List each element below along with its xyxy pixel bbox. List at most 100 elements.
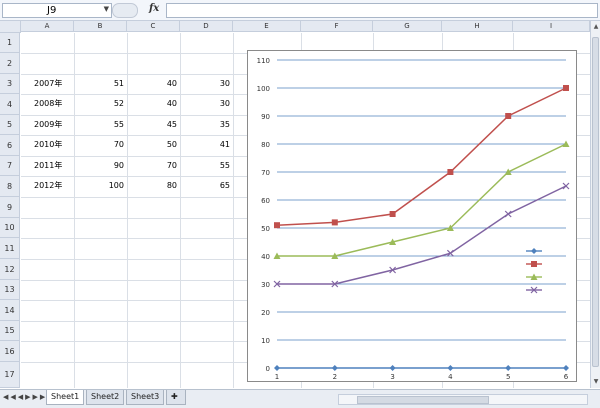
cell-value[interactable]: 40 bbox=[127, 79, 177, 89]
tab-sheet3[interactable]: Sheet3 bbox=[126, 390, 165, 405]
cell-year[interactable]: 2011年 bbox=[34, 161, 62, 171]
column-header-g[interactable]: G bbox=[373, 21, 442, 32]
cell-value[interactable]: 45 bbox=[127, 120, 177, 130]
data-point bbox=[505, 113, 512, 119]
column-header-h[interactable]: H bbox=[442, 21, 513, 32]
scroll-down-icon[interactable]: ▼ bbox=[591, 378, 600, 386]
row-header[interactable]: 13 bbox=[0, 280, 20, 300]
cell-value[interactable]: 40 bbox=[127, 99, 177, 109]
row-header[interactable]: 17 bbox=[0, 362, 20, 388]
cell-value[interactable]: 100 bbox=[74, 181, 124, 191]
line-chart[interactable]: 0 10 20 30 40 50 60 70 80 90 100 110 1 2 3 4 5 6 bbox=[247, 50, 577, 382]
row-header[interactable]: 16 bbox=[0, 341, 20, 362]
y-tick-label: 40 bbox=[261, 253, 270, 261]
row-header[interactable]: 6 bbox=[0, 135, 20, 156]
data-point bbox=[331, 365, 338, 371]
y-tick-label: 0 bbox=[266, 365, 270, 373]
y-tick-label: 20 bbox=[261, 309, 270, 317]
legend-marker bbox=[531, 248, 537, 254]
x-tick-label: 6 bbox=[564, 373, 569, 381]
y-tick-label: 30 bbox=[261, 281, 270, 289]
x-tick-label: 4 bbox=[448, 373, 453, 381]
y-tick-label: 70 bbox=[261, 169, 270, 177]
scroll-up-icon[interactable]: ▲ bbox=[591, 23, 600, 31]
row-header[interactable]: 15 bbox=[0, 321, 20, 341]
tab-sheet2[interactable]: Sheet2 bbox=[86, 390, 125, 405]
horizontal-scroll-thumb[interactable] bbox=[357, 396, 489, 404]
column-header-d[interactable]: D bbox=[180, 21, 233, 32]
select-all-corner[interactable] bbox=[0, 21, 21, 33]
column-header-i[interactable]: I bbox=[513, 21, 590, 32]
data-point bbox=[504, 210, 512, 218]
cell-year[interactable]: 2008年 bbox=[34, 99, 62, 109]
data-point bbox=[331, 219, 338, 226]
series-line bbox=[276, 87, 567, 226]
cell-value[interactable]: 65 bbox=[180, 181, 230, 191]
cell-year[interactable]: 2007年 bbox=[34, 79, 62, 89]
cell-value[interactable]: 70 bbox=[74, 140, 124, 150]
name-box-value: J9 bbox=[47, 5, 57, 16]
sheet-nav-arrows-icon[interactable]: ◀◀◀▶▶▶ bbox=[3, 393, 47, 401]
x-tick-label: 3 bbox=[390, 373, 394, 381]
sheet-tabs-bar: ◀◀◀▶▶▶ Sheet1 Sheet2 Sheet3 ✚ bbox=[0, 389, 600, 408]
cell-value[interactable]: 41 bbox=[180, 140, 230, 150]
y-tick-label: 60 bbox=[261, 197, 270, 205]
row-header[interactable]: 10 bbox=[0, 218, 20, 238]
insert-sheet-icon[interactable]: ✚ bbox=[166, 390, 186, 405]
vertical-scrollbar[interactable]: ▲ ▼ bbox=[590, 21, 600, 388]
cell-value[interactable]: 51 bbox=[74, 79, 124, 89]
data-point bbox=[389, 365, 396, 371]
row-header[interactable]: 4 bbox=[0, 94, 20, 115]
data-point bbox=[447, 169, 454, 175]
data-point bbox=[447, 365, 454, 371]
column-header-f[interactable]: F bbox=[301, 21, 373, 32]
column-header-c[interactable]: C bbox=[127, 21, 180, 32]
row-header[interactable]: 7 bbox=[0, 156, 20, 176]
cell-year[interactable]: 2010年 bbox=[34, 140, 62, 150]
cell-value[interactable]: 55 bbox=[74, 120, 124, 130]
y-tick-label: 10 bbox=[261, 337, 270, 345]
row-header[interactable]: 1 bbox=[0, 33, 20, 53]
cell-value[interactable]: 52 bbox=[74, 99, 124, 109]
formula-input[interactable] bbox=[166, 3, 598, 18]
tab-sheet1[interactable]: Sheet1 bbox=[46, 390, 85, 405]
row-header[interactable]: 9 bbox=[0, 197, 20, 218]
cell-value[interactable]: 30 bbox=[180, 99, 230, 109]
cell-value[interactable]: 50 bbox=[127, 140, 177, 150]
column-header-a[interactable]: A bbox=[21, 21, 74, 32]
vertical-scroll-thumb[interactable] bbox=[592, 37, 599, 367]
row-header[interactable]: 5 bbox=[0, 115, 20, 135]
x-tick-label: 1 bbox=[275, 373, 279, 381]
legend-marker bbox=[531, 261, 537, 267]
y-tick-label: 110 bbox=[257, 57, 270, 65]
data-point bbox=[563, 85, 569, 91]
name-box[interactable]: J9 ▼ bbox=[2, 3, 112, 18]
cell-value[interactable]: 55 bbox=[180, 161, 230, 171]
row-header[interactable]: 14 bbox=[0, 300, 20, 321]
row-header[interactable]: 12 bbox=[0, 259, 20, 280]
data-point bbox=[562, 182, 570, 190]
row-header[interactable]: 8 bbox=[0, 176, 20, 197]
data-point bbox=[274, 365, 280, 371]
y-tick-label: 80 bbox=[261, 141, 270, 149]
row-header[interactable]: 2 bbox=[0, 53, 20, 74]
cell-value[interactable]: 90 bbox=[74, 161, 124, 171]
column-header-b[interactable]: B bbox=[74, 21, 127, 32]
row-header[interactable]: 11 bbox=[0, 238, 20, 259]
data-point bbox=[505, 365, 512, 371]
column-header-e[interactable]: E bbox=[233, 21, 301, 32]
row-header[interactable]: 3 bbox=[0, 74, 20, 94]
cell-value[interactable]: 30 bbox=[180, 79, 230, 89]
formula-buttons[interactable] bbox=[112, 3, 138, 18]
chevron-down-icon[interactable]: ▼ bbox=[104, 5, 109, 13]
horizontal-scrollbar[interactable] bbox=[338, 394, 588, 405]
cell-year[interactable]: 2009年 bbox=[34, 120, 62, 130]
y-tick-label: 50 bbox=[261, 225, 270, 233]
chart-canvas: 0 10 20 30 40 50 60 70 80 90 100 110 1 2 3 4 5 6 bbox=[257, 57, 570, 381]
cell-value[interactable]: 35 bbox=[180, 120, 230, 130]
cell-value[interactable]: 70 bbox=[127, 161, 177, 171]
insert-function-button[interactable]: fx bbox=[149, 3, 159, 14]
cell-value[interactable]: 80 bbox=[127, 181, 177, 191]
cell-year[interactable]: 2012年 bbox=[34, 181, 62, 191]
x-tick-label: 5 bbox=[506, 373, 510, 381]
